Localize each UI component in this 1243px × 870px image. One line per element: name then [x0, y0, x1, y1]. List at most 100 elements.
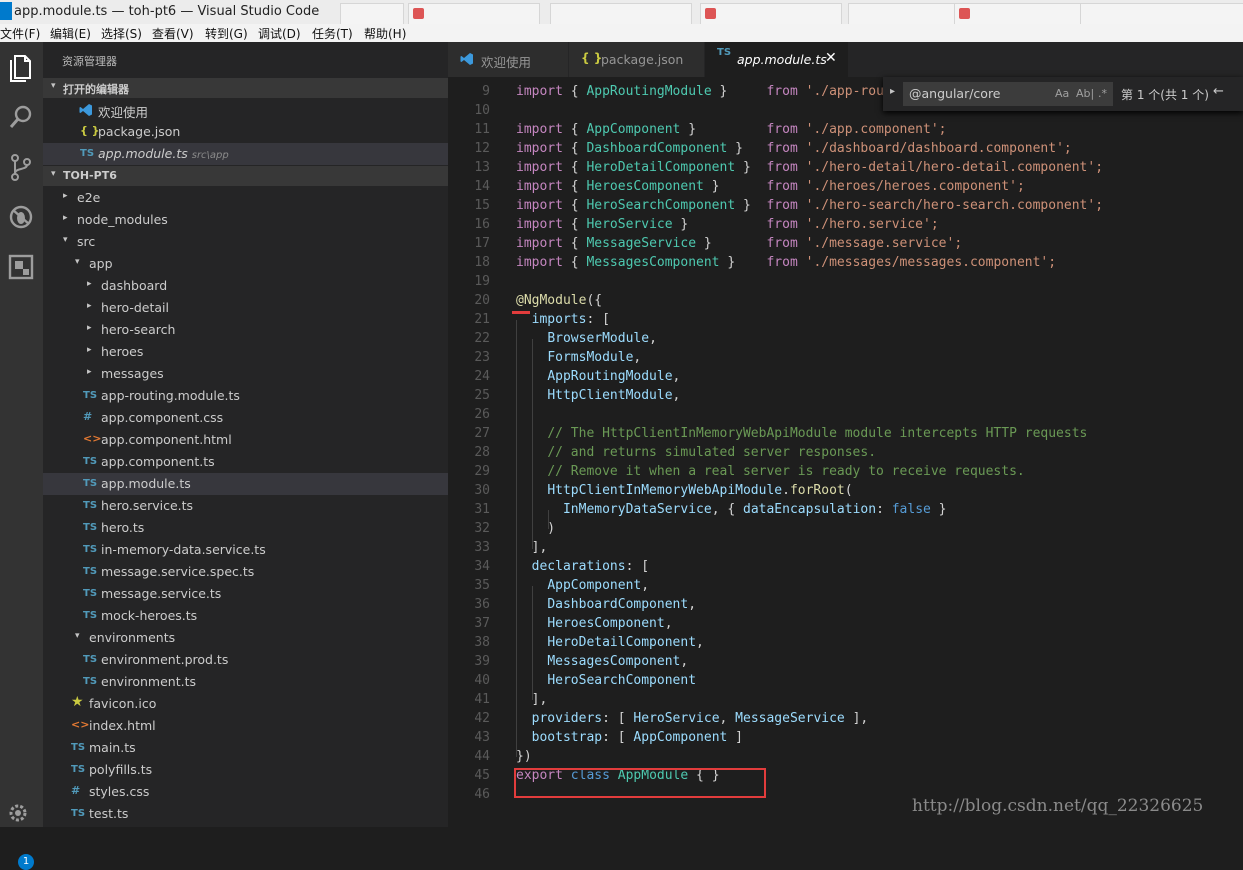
menu-edit[interactable]: 编辑(E) [50, 25, 91, 42]
file-item[interactable]: TS message.service.ts [43, 583, 448, 605]
file-item[interactable]: # app.component.css [43, 407, 448, 429]
file-item[interactable]: TS app.component.ts [43, 451, 448, 473]
find-input[interactable]: @angular/core Aa Ab| .* [903, 82, 1113, 106]
tab-package-json[interactable]: { } package.json [569, 42, 704, 77]
code-line[interactable]: import { HeroesComponent } from './heroe… [516, 179, 1025, 194]
folder-item[interactable]: ▸ messages [43, 363, 448, 385]
line-number: 35 [474, 578, 490, 593]
open-editor-item[interactable]: { } package.json [43, 121, 448, 143]
open-editors-header[interactable]: ▾ 打开的编辑器 [43, 78, 448, 98]
project-header[interactable]: ▾ TOH-PT6 [43, 166, 448, 186]
code-line[interactable]: BrowserModule, [516, 331, 657, 346]
code-line[interactable]: @NgModule({ [516, 293, 602, 308]
code-line[interactable]: import { MessagesComponent } from './mes… [516, 255, 1056, 270]
regex-icon[interactable]: .* [1098, 87, 1107, 100]
menu-go[interactable]: 转到(G) [205, 25, 248, 42]
code-line[interactable]: }) [516, 749, 532, 764]
folder-item[interactable]: ▾ app [43, 253, 448, 275]
folder-item[interactable]: ▸ dashboard [43, 275, 448, 297]
code-line[interactable]: // Remove it when a real server is ready… [516, 464, 1024, 479]
open-editor-item[interactable]: 欢迎使用 [43, 99, 448, 121]
code-line[interactable]: imports: [ [516, 312, 610, 327]
menu-file[interactable]: 文件(F) [0, 25, 40, 42]
folder-item[interactable]: ▸ heroes [43, 341, 448, 363]
code-line[interactable]: MessagesComponent, [516, 654, 688, 669]
expand-replace-icon[interactable]: ▸ [890, 86, 895, 97]
file-item[interactable]: TS main.ts [43, 737, 448, 759]
folder-item[interactable]: ▸ hero-search [43, 319, 448, 341]
code-token: : [ [586, 312, 610, 327]
code-token: DashboardComponent [586, 141, 728, 156]
code-line[interactable]: HeroesComponent, [516, 616, 672, 631]
file-item[interactable]: TS environment.prod.ts [43, 649, 448, 671]
open-editor-item-active[interactable]: TS app.module.ts src\app [43, 143, 448, 165]
file-item[interactable]: ★ favicon.ico [43, 693, 448, 715]
code-line[interactable]: ], [516, 540, 548, 555]
explorer-icon[interactable] [6, 52, 36, 82]
menu-view[interactable]: 查看(V) [152, 25, 194, 42]
close-icon[interactable]: ✕ [825, 50, 837, 66]
line-number: 24 [474, 369, 490, 384]
code-line[interactable]: import { DashboardComponent } from './da… [516, 141, 1072, 156]
code-line[interactable]: HeroDetailComponent, [516, 635, 704, 650]
search-icon[interactable] [6, 102, 36, 132]
code-line[interactable]: import { HeroService } from './hero.serv… [516, 217, 939, 232]
code-line[interactable]: DashboardComponent, [516, 597, 696, 612]
folder-item[interactable]: ▸ hero-detail [43, 297, 448, 319]
code-token: } [696, 236, 767, 251]
code-line[interactable]: bootstrap: [ AppComponent ] [516, 730, 743, 745]
file-item[interactable]: # styles.css [43, 781, 448, 803]
code-line[interactable]: providers: [ HeroService, MessageService… [516, 711, 869, 726]
code-line[interactable]: // The HttpClientInMemoryWebApiModule mo… [516, 426, 1087, 441]
code-line[interactable]: HeroSearchComponent [516, 673, 696, 688]
file-item[interactable]: TS test.ts [43, 803, 448, 825]
file-item[interactable]: TS app.module.ts [43, 473, 448, 495]
file-item[interactable]: <> index.html [43, 715, 448, 737]
code-line[interactable]: InMemoryDataService, { dataEncapsulation… [516, 502, 947, 517]
code-line[interactable]: import { MessageService } from './messag… [516, 236, 962, 251]
menu-tasks[interactable]: 任务(T) [312, 25, 353, 42]
folder-item[interactable]: ▾ src [43, 231, 448, 253]
file-item[interactable]: TS mock-heroes.ts [43, 605, 448, 627]
file-item[interactable]: <> app.component.html [43, 429, 448, 451]
code-token: './messages/messages.component'; [805, 255, 1057, 270]
code-line[interactable]: // and returns simulated server response… [516, 445, 876, 460]
tab-app-module[interactable]: TS app.module.ts ✕ [705, 42, 848, 77]
previous-match-icon[interactable]: ← [1213, 84, 1224, 99]
folder-item[interactable]: ▾ environments [43, 627, 448, 649]
tab-welcome[interactable]: 欢迎使用 [448, 42, 568, 77]
file-item[interactable]: TS message.service.spec.ts [43, 561, 448, 583]
file-item[interactable]: TS hero.ts [43, 517, 448, 539]
file-name: app.component.ts [101, 454, 215, 469]
settings-gear-icon[interactable] [6, 799, 36, 829]
menu-selection[interactable]: 选择(S) [101, 25, 142, 42]
menu-debug[interactable]: 调试(D) [258, 25, 301, 42]
code-line[interactable]: import { HeroDetailComponent } from './h… [516, 160, 1103, 175]
code-line[interactable]: declarations: [ [516, 559, 649, 574]
match-whole-word-icon[interactable]: Ab| [1076, 87, 1094, 100]
file-item[interactable]: TS polyfills.ts [43, 759, 448, 781]
file-item[interactable]: TS app-routing.module.ts [43, 385, 448, 407]
file-item[interactable]: TS hero.service.ts [43, 495, 448, 517]
menu-help[interactable]: 帮助(H) [364, 25, 406, 42]
tab-label: 欢迎使用 [481, 55, 532, 70]
code-line[interactable]: HttpClientModule, [516, 388, 680, 403]
code-line[interactable]: ], [516, 692, 548, 707]
code-editor[interactable]: 9 import { AppRoutingModule } from './app… [448, 77, 1243, 827]
source-control-icon[interactable] [6, 152, 36, 182]
code-line[interactable]: FormsModule, [516, 350, 641, 365]
debug-icon[interactable] [6, 202, 36, 232]
code-line[interactable]: AppComponent, [516, 578, 649, 593]
code-line[interactable]: HttpClientInMemoryWebApiModule.forRoot( [516, 483, 852, 498]
file-item[interactable]: TS environment.ts [43, 671, 448, 693]
code-line[interactable]: AppRoutingModule, [516, 369, 680, 384]
match-case-icon[interactable]: Aa [1055, 87, 1069, 100]
code-line[interactable]: ) [516, 521, 555, 536]
code-line[interactable]: import { AppComponent } from './app.comp… [516, 122, 947, 137]
folder-item[interactable]: ▸ e2e [43, 187, 448, 209]
code-line[interactable]: import { HeroSearchComponent } from './h… [516, 198, 1103, 213]
code-token: } [680, 122, 767, 137]
file-item[interactable]: TS in-memory-data.service.ts [43, 539, 448, 561]
folder-item[interactable]: ▸ node_modules [43, 209, 448, 231]
extensions-icon[interactable] [6, 252, 36, 282]
